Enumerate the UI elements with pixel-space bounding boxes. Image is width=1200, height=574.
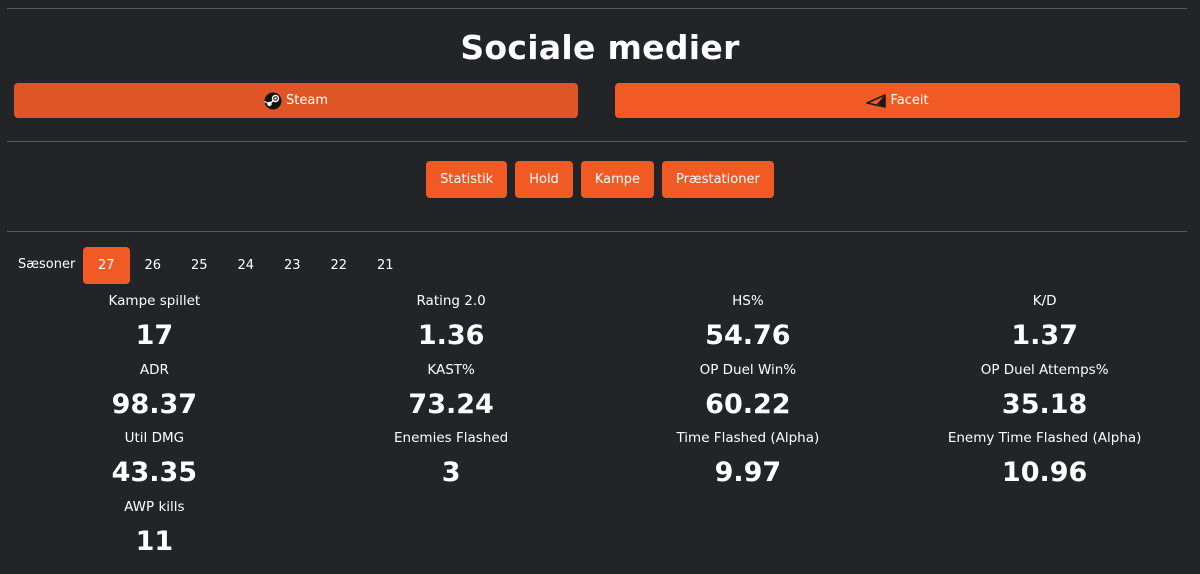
season-27-tab[interactable]: 27: [83, 247, 130, 284]
stat-op-duel-attempts: OP Duel Attemps% 35.18: [896, 360, 1193, 429]
stat-label: AWP kills: [124, 498, 185, 515]
faceit-label: Faceit: [890, 93, 929, 108]
stat-label: KAST%: [427, 361, 475, 378]
steam-icon: [264, 92, 282, 110]
stat-value: 98.37: [111, 388, 198, 420]
middle-divider: [7, 141, 1187, 142]
stat-op-duel-win: OP Duel Win% 60.22: [600, 360, 897, 429]
stat-adr: ADR 98.37: [6, 360, 303, 429]
stat-label: Util DMG: [124, 430, 185, 446]
stat-enemies-flashed: Enemies Flashed 3: [303, 428, 600, 497]
stat-hs-percent: HS% 54.76: [600, 291, 897, 360]
stat-util-dmg: Util DMG 43.35: [6, 428, 303, 497]
stat-value: 10.96: [1001, 457, 1088, 488]
nav-praestationer-button[interactable]: Præstationer: [662, 161, 774, 198]
stat-value: 17: [135, 320, 174, 351]
stat-label: ADR: [139, 361, 169, 378]
stat-rating: Rating 2.0 1.36: [303, 291, 600, 360]
stat-label: Kampe spillet: [108, 293, 201, 309]
steam-label: Steam: [286, 93, 328, 108]
stats-divider: [7, 231, 1187, 232]
profile-nav: Statistik Hold Kampe Præstationer: [0, 161, 1200, 198]
season-26-tab[interactable]: 26: [130, 247, 177, 284]
stat-value: 60.22: [705, 388, 791, 420]
stat-label: Rating 2.0: [416, 293, 486, 309]
stat-value: 3: [441, 457, 461, 488]
stat-value: 35.18: [1001, 388, 1088, 420]
nav-hold-button[interactable]: Hold: [515, 161, 573, 198]
stat-value: 9.97: [714, 457, 782, 488]
season-22-tab[interactable]: 22: [316, 247, 363, 284]
season-25-tab[interactable]: 25: [176, 247, 223, 284]
stat-value: 54.76: [705, 320, 791, 351]
stat-label: OP Duel Win%: [699, 361, 797, 378]
stat-label: K/D: [1032, 293, 1057, 309]
season-24-tab[interactable]: 24: [223, 247, 270, 284]
seasons-label: Sæsoner: [18, 257, 76, 272]
stat-kast: KAST% 73.24: [303, 360, 600, 429]
nav-statistik-button[interactable]: Statistik: [426, 161, 508, 198]
stats-grid: Kampe spillet 17 Rating 2.0 1.36 HS% 54.…: [6, 291, 1193, 565]
stat-value: 43.35: [111, 457, 198, 488]
top-divider: [7, 8, 1187, 9]
stat-value: 73.24: [408, 388, 494, 420]
faceit-icon: [866, 93, 887, 108]
stat-value: 1.37: [1011, 320, 1078, 351]
faceit-button[interactable]: Faceit: [615, 83, 1180, 118]
stat-label: HS%: [732, 293, 764, 309]
season-23-tab[interactable]: 23: [269, 247, 316, 284]
social-media-title: Sociale medier: [460, 28, 740, 67]
nav-kampe-button[interactable]: Kampe: [580, 161, 654, 198]
stat-label: Time Flashed (Alpha): [676, 430, 820, 446]
steam-button[interactable]: Steam: [14, 83, 578, 118]
stat-kampe-spillet: Kampe spillet 17: [6, 291, 303, 360]
season-selector: 27 26 25 24 23 22 21: [83, 247, 409, 284]
stat-value: 1.36: [417, 320, 485, 351]
stat-time-flashed: Time Flashed (Alpha) 9.97: [600, 428, 897, 497]
stat-enemy-time-flashed: Enemy Time Flashed (Alpha) 10.96: [896, 428, 1193, 497]
stat-value: 11: [135, 525, 174, 557]
stat-kd: K/D 1.37: [896, 291, 1193, 360]
stat-awp-kills: AWP kills 11: [6, 497, 303, 566]
stat-label: Enemy Time Flashed (Alpha): [947, 430, 1142, 446]
season-21-tab[interactable]: 21: [362, 247, 409, 284]
stat-label: Enemies Flashed: [394, 430, 509, 446]
stat-label: OP Duel Attemps%: [980, 361, 1109, 378]
